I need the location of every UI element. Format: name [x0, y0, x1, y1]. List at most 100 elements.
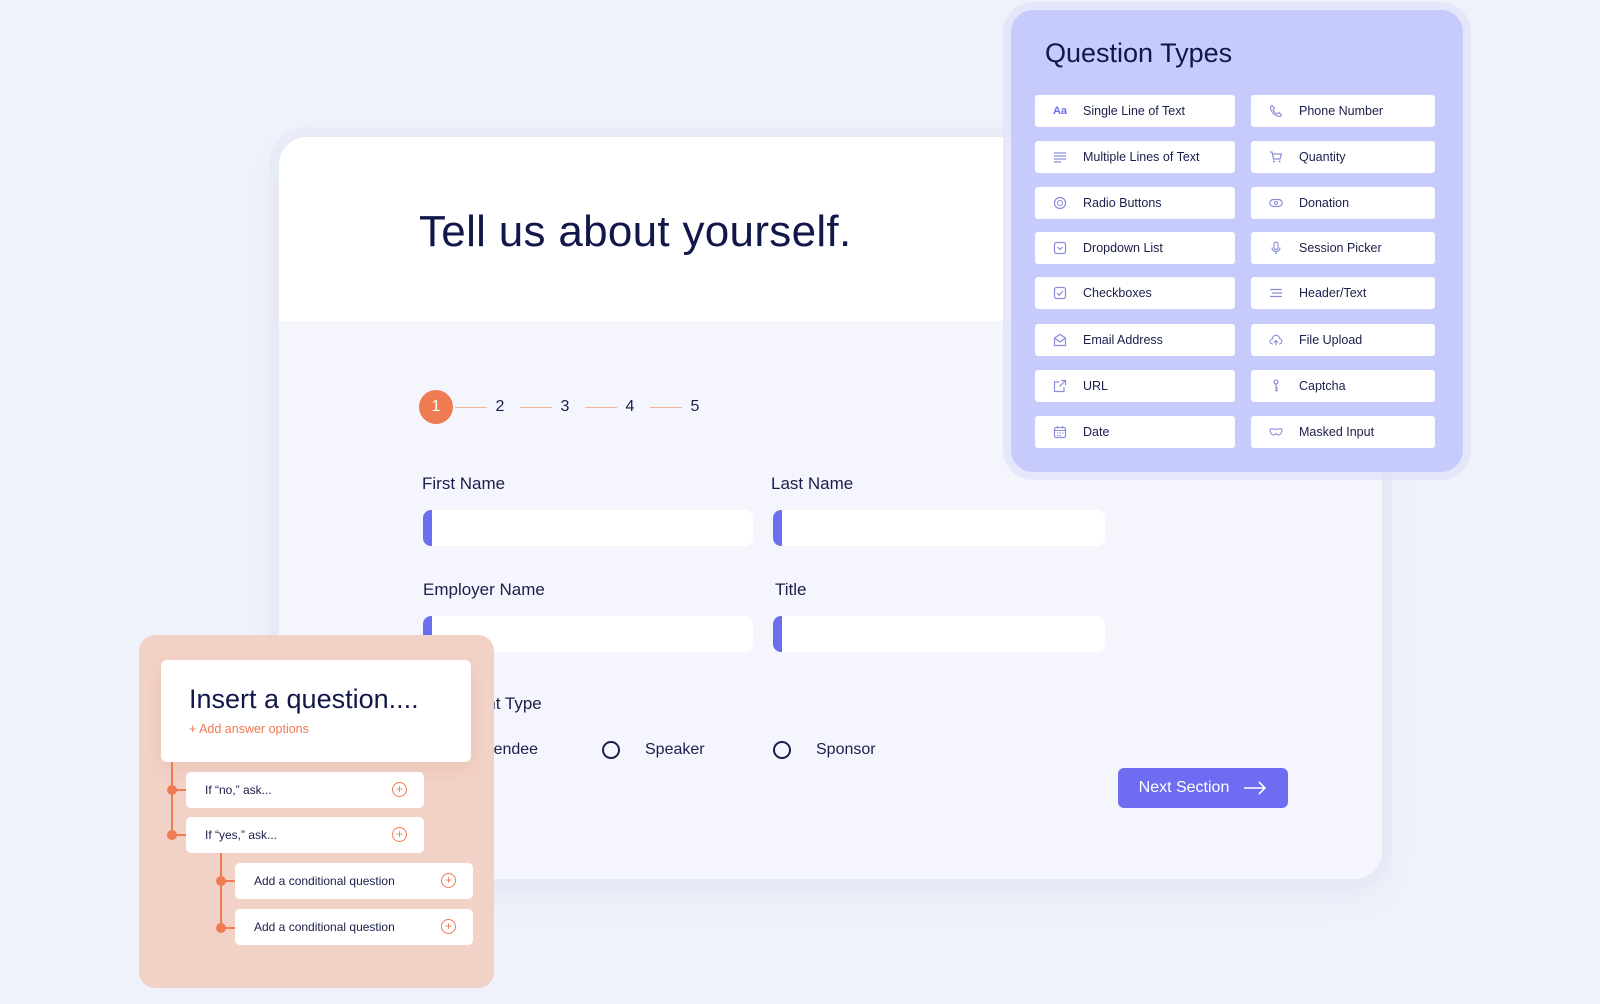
question-type-label: Quantity: [1299, 150, 1346, 164]
field-accent-bar: [773, 616, 782, 652]
add-circle-icon[interactable]: +: [392, 782, 407, 797]
question-type-label: Checkboxes: [1083, 286, 1152, 300]
text-aa-icon: Aa: [1052, 105, 1068, 117]
checkbox-icon: [1051, 286, 1069, 300]
add-circle-icon[interactable]: +: [441, 873, 456, 888]
radio-label: Speaker: [645, 741, 705, 758]
question-type-donation[interactable]: Donation: [1251, 187, 1435, 219]
question-types-title: Question Types: [1045, 38, 1233, 68]
radio-speaker[interactable]: Speaker: [602, 738, 705, 762]
title-input[interactable]: [773, 616, 1105, 652]
title-label: Title: [775, 580, 807, 599]
ticket-icon: [1267, 196, 1285, 210]
add-conditional-question[interactable]: Add a conditional question +: [235, 863, 473, 899]
insert-question-title[interactable]: Insert a question....: [189, 684, 419, 715]
step-4[interactable]: 4: [613, 390, 647, 424]
question-type-label: URL: [1083, 379, 1109, 393]
question-type-label: Dropdown List: [1083, 241, 1163, 255]
next-section-button[interactable]: Next Section: [1118, 768, 1288, 808]
field-accent-bar: [423, 510, 432, 546]
tree-connector: [220, 853, 222, 929]
condition-if-yes[interactable]: If “yes,” ask... +: [186, 817, 424, 853]
last-name-input[interactable]: [773, 510, 1105, 546]
microphone-icon: [1267, 241, 1285, 255]
question-type-single-line[interactable]: Aa Single Line of Text: [1035, 95, 1235, 127]
tree-connector: [221, 880, 235, 882]
next-section-label: Next Section: [1138, 779, 1230, 796]
insert-question-card: Insert a question.... + Add answer optio…: [161, 660, 471, 762]
captcha-icon: [1267, 379, 1285, 393]
question-type-label: Email Address: [1083, 333, 1163, 347]
step-3[interactable]: 3: [548, 390, 582, 424]
step-5[interactable]: 5: [678, 390, 712, 424]
add-conditional-question[interactable]: Add a conditional question +: [235, 909, 473, 945]
field-accent-bar: [773, 510, 782, 546]
question-type-masked-input[interactable]: Masked Input: [1251, 416, 1435, 448]
question-type-label: Multiple Lines of Text: [1083, 150, 1200, 164]
external-link-icon: [1051, 379, 1069, 393]
insert-question-panel: Insert a question.... + Add answer optio…: [139, 635, 494, 988]
question-type-label: File Upload: [1299, 333, 1363, 347]
radio-button-icon: [1051, 196, 1069, 210]
question-type-quantity[interactable]: Quantity: [1251, 141, 1435, 173]
question-type-captcha[interactable]: Captcha: [1251, 370, 1435, 402]
question-type-phone-number[interactable]: Phone Number: [1251, 95, 1435, 127]
question-type-date[interactable]: Date: [1035, 416, 1235, 448]
tree-connector: [171, 762, 173, 835]
form-title: Tell us about yourself.: [419, 207, 852, 256]
tree-connector: [172, 789, 186, 791]
question-type-label: Header/Text: [1299, 286, 1367, 300]
first-name-input[interactable]: [423, 510, 753, 546]
condition-label: If “yes,” ask...: [205, 828, 278, 842]
first-name-field-wrap: [423, 510, 753, 546]
step-2[interactable]: 2: [483, 390, 517, 424]
question-type-radio-buttons[interactable]: Radio Buttons: [1035, 187, 1235, 219]
last-name-field-wrap: [773, 510, 1105, 546]
question-type-label: Donation: [1299, 196, 1350, 210]
condition-label: Add a conditional question: [254, 920, 395, 934]
last-name-label: Last Name: [771, 474, 854, 493]
employer-name-label: Employer Name: [423, 580, 545, 599]
tree-connector: [172, 834, 186, 836]
question-types-panel: Question Types Aa Single Line of Text Mu…: [1011, 10, 1463, 472]
question-type-label: Single Line of Text: [1083, 104, 1185, 118]
radio-circle-icon[interactable]: [602, 741, 620, 759]
dropdown-icon: [1051, 241, 1069, 255]
radio-label: Sponsor: [816, 741, 876, 758]
multiline-text-icon: [1051, 150, 1069, 164]
tree-connector: [221, 927, 235, 929]
title-field-wrap: [773, 616, 1105, 652]
question-type-label: Radio Buttons: [1083, 196, 1162, 210]
add-circle-icon[interactable]: +: [392, 827, 407, 842]
question-type-label: Captcha: [1299, 379, 1346, 393]
calendar-icon: [1051, 425, 1069, 439]
condition-if-no[interactable]: If “no,” ask... +: [186, 772, 424, 808]
question-type-session-picker[interactable]: Session Picker: [1251, 232, 1435, 264]
question-type-label: Date: [1083, 425, 1110, 439]
cloud-upload-icon: [1267, 333, 1285, 347]
condition-label: If “no,” ask...: [205, 783, 272, 797]
question-type-file-upload[interactable]: File Upload: [1251, 324, 1435, 356]
header-text-icon: [1267, 286, 1285, 300]
radio-circle-icon[interactable]: [773, 741, 791, 759]
question-type-email-address[interactable]: Email Address: [1035, 324, 1235, 356]
question-type-label: Session Picker: [1299, 241, 1382, 255]
condition-label: Add a conditional question: [254, 874, 395, 888]
question-type-label: Masked Input: [1299, 425, 1375, 439]
question-type-url[interactable]: URL: [1035, 370, 1235, 402]
add-answer-options-link[interactable]: + Add answer options: [189, 722, 309, 736]
add-circle-icon[interactable]: +: [441, 919, 456, 934]
phone-icon: [1267, 104, 1285, 118]
question-type-label: Phone Number: [1299, 104, 1384, 118]
cart-icon: [1267, 150, 1285, 164]
arrow-right-icon: [1244, 781, 1267, 795]
question-type-dropdown-list[interactable]: Dropdown List: [1035, 232, 1235, 264]
mask-icon: [1267, 425, 1285, 439]
envelope-icon: [1051, 333, 1069, 347]
radio-sponsor[interactable]: Sponsor: [773, 738, 876, 762]
first-name-label: First Name: [422, 474, 506, 493]
question-type-checkboxes[interactable]: Checkboxes: [1035, 277, 1235, 309]
question-type-multiple-lines[interactable]: Multiple Lines of Text: [1035, 141, 1235, 173]
question-type-header-text[interactable]: Header/Text: [1251, 277, 1435, 309]
step-1[interactable]: 1: [419, 390, 453, 424]
